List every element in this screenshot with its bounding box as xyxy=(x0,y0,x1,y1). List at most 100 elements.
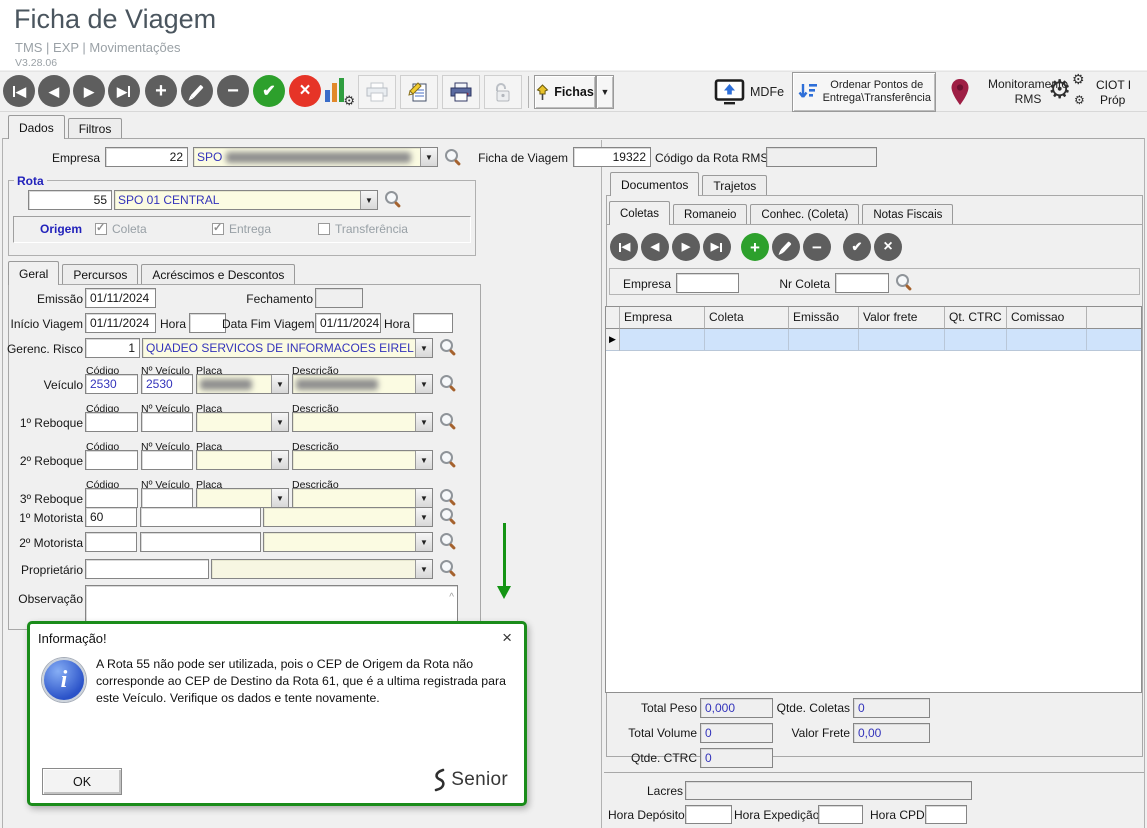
reboque1-placa-combo[interactable]: ▼ xyxy=(196,412,289,432)
reboque3-descricao-combo[interactable]: ▼ xyxy=(292,488,433,508)
motorista2-code-input[interactable] xyxy=(85,532,137,552)
chevron-down-icon[interactable]: ▼ xyxy=(415,451,432,469)
tab-dados[interactable]: Dados xyxy=(8,115,65,139)
hora-cpd-input[interactable] xyxy=(925,805,967,824)
data-fim-viagem-input[interactable]: 01/11/2024 xyxy=(315,313,381,333)
motorista2-combo[interactable]: ▼ xyxy=(263,532,433,552)
chevron-down-icon[interactable]: ▼ xyxy=(271,413,288,431)
chevron-down-icon[interactable]: ▼ xyxy=(271,375,288,393)
prev-record-button[interactable]: ◀ xyxy=(38,75,70,107)
reboque2-codigo-input[interactable] xyxy=(85,450,138,470)
print-preview-button[interactable] xyxy=(358,75,396,109)
reboque1-codigo-input[interactable] xyxy=(85,412,138,432)
chevron-down-icon[interactable]: ▼ xyxy=(415,413,432,431)
tab-romaneio[interactable]: Romaneio xyxy=(673,204,747,224)
grid-col-header[interactable]: Coleta xyxy=(705,307,789,329)
chevron-down-icon[interactable]: ▼ xyxy=(415,508,432,526)
reboque1-num-input[interactable] xyxy=(141,412,193,432)
close-icon[interactable]: × xyxy=(502,628,512,648)
grid-col-header[interactable]: Comissao xyxy=(1007,307,1087,329)
motorista1-search-icon[interactable] xyxy=(439,507,457,525)
chevron-down-icon[interactable]: ▼ xyxy=(420,148,437,166)
empresa-combo[interactable]: SPO ▼ xyxy=(193,147,438,167)
report-edit-button[interactable] xyxy=(400,75,438,109)
emissao-input[interactable]: 01/11/2024 xyxy=(85,288,156,308)
cancel-button[interactable]: × xyxy=(289,75,321,107)
mdfe-button[interactable]: MDFe xyxy=(714,76,789,108)
rota-combo[interactable]: SPO 01 CENTRAL▼ xyxy=(114,190,378,210)
coleta-next-button[interactable]: ▶ xyxy=(672,233,700,261)
chevron-down-icon[interactable]: ▼ xyxy=(271,451,288,469)
rota-search-icon[interactable] xyxy=(384,190,402,208)
ciot-button[interactable]: ⚙ ⚙ ⚙ CIOT I Próp xyxy=(1048,72,1147,112)
scroll-up-icon[interactable]: ^ xyxy=(449,592,454,603)
coleta-add-button[interactable]: + xyxy=(741,233,769,261)
chevron-down-icon[interactable]: ▼ xyxy=(415,339,432,357)
reboque2-search-icon[interactable] xyxy=(439,450,457,468)
tab-trajetos[interactable]: Trajetos xyxy=(702,175,767,195)
coleta-prev-button[interactable]: ◀ xyxy=(641,233,669,261)
gerenc-risco-combo[interactable]: QUADEO SERVICOS DE INFORMACOES EIRELI▼ xyxy=(142,338,433,358)
reboque1-descricao-combo[interactable]: ▼ xyxy=(292,412,433,432)
ok-button[interactable]: OK xyxy=(42,768,122,795)
ordenar-pontos-button[interactable]: Ordenar Pontos de Entrega\Transferência xyxy=(792,72,936,112)
veiculo-descricao-combo[interactable]: ▼ xyxy=(292,374,433,394)
grid-selected-row[interactable]: ▶ xyxy=(606,329,1141,351)
reboque3-num-input[interactable] xyxy=(141,488,193,508)
delete-record-button[interactable]: − xyxy=(217,75,249,107)
tab-coletas[interactable]: Coletas xyxy=(609,201,670,225)
unlock-button[interactable] xyxy=(484,75,522,109)
chevron-down-icon[interactable]: ▼ xyxy=(271,489,288,507)
first-record-button[interactable]: ◀ xyxy=(3,75,35,107)
transferencia-checkbox[interactable] xyxy=(318,223,330,235)
coleta-cancel-button[interactable]: × xyxy=(874,233,902,261)
tab-geral[interactable]: Geral xyxy=(8,261,59,285)
tab-documentos[interactable]: Documentos xyxy=(610,172,699,196)
fichas-button[interactable]: Fichas xyxy=(534,75,596,109)
grid-col-header[interactable]: Empresa xyxy=(620,307,705,329)
motorista1-code-input[interactable]: 60 xyxy=(85,507,137,527)
chart-settings-button[interactable]: ⚙ xyxy=(325,78,355,105)
fichas-dropdown-button[interactable]: ▼ xyxy=(596,75,614,109)
coleta-confirm-button[interactable]: ✔ xyxy=(843,233,871,261)
chevron-down-icon[interactable]: ▼ xyxy=(360,191,377,209)
hora-deposito-input[interactable] xyxy=(685,805,732,824)
tab-notas-fiscais[interactable]: Notas Fiscais xyxy=(862,204,953,224)
tab-conhec-coleta[interactable]: Conhec. (Coleta) xyxy=(750,204,859,224)
motorista1-combo[interactable]: ▼ xyxy=(263,507,433,527)
reboque1-search-icon[interactable] xyxy=(439,412,457,430)
coleta-first-button[interactable]: ◀ xyxy=(610,233,638,261)
lacres-input[interactable] xyxy=(685,781,972,800)
coleta-empresa-input[interactable] xyxy=(676,273,739,293)
empresa-code-input[interactable]: 22 xyxy=(105,147,188,167)
proprietario-code-input[interactable] xyxy=(85,559,209,579)
grid-col-header[interactable]: Qt. CTRC xyxy=(945,307,1007,329)
proprietario-combo[interactable]: ▼ xyxy=(211,559,433,579)
reboque2-placa-combo[interactable]: ▼ xyxy=(196,450,289,470)
reboque3-search-icon[interactable] xyxy=(439,488,457,506)
tab-acrescimos-descontos[interactable]: Acréscimos e Descontos xyxy=(141,264,295,284)
hora-inicio-input[interactable] xyxy=(189,313,226,333)
print-button[interactable] xyxy=(442,75,480,109)
veiculo-codigo-input[interactable]: 2530 xyxy=(85,374,138,394)
reboque3-placa-combo[interactable]: ▼ xyxy=(196,488,289,508)
coleta-checkbox[interactable] xyxy=(95,223,107,235)
motorista1-doc-input[interactable] xyxy=(140,507,261,527)
coleta-edit-button[interactable] xyxy=(772,233,800,261)
reboque2-descricao-combo[interactable]: ▼ xyxy=(292,450,433,470)
observacao-textarea[interactable]: ^ xyxy=(85,585,458,625)
reboque2-num-input[interactable] xyxy=(141,450,193,470)
last-record-button[interactable]: ▶ xyxy=(108,75,140,107)
confirm-button[interactable]: ✔ xyxy=(253,75,285,107)
gerenc-risco-code-input[interactable]: 1 xyxy=(85,338,140,358)
chevron-down-icon[interactable]: ▼ xyxy=(415,560,432,578)
hora-expedicao-input[interactable] xyxy=(818,805,863,824)
ficha-viagem-input[interactable]: 19322 xyxy=(573,147,651,167)
add-record-button[interactable]: + xyxy=(145,75,177,107)
gerenc-risco-search-icon[interactable] xyxy=(439,338,457,356)
tab-filtros[interactable]: Filtros xyxy=(68,118,123,138)
veiculo-num-input[interactable]: 2530 xyxy=(141,374,193,394)
coleta-search-icon[interactable] xyxy=(895,273,913,291)
edit-record-button[interactable] xyxy=(181,75,213,107)
motorista2-doc-input[interactable] xyxy=(140,532,261,552)
